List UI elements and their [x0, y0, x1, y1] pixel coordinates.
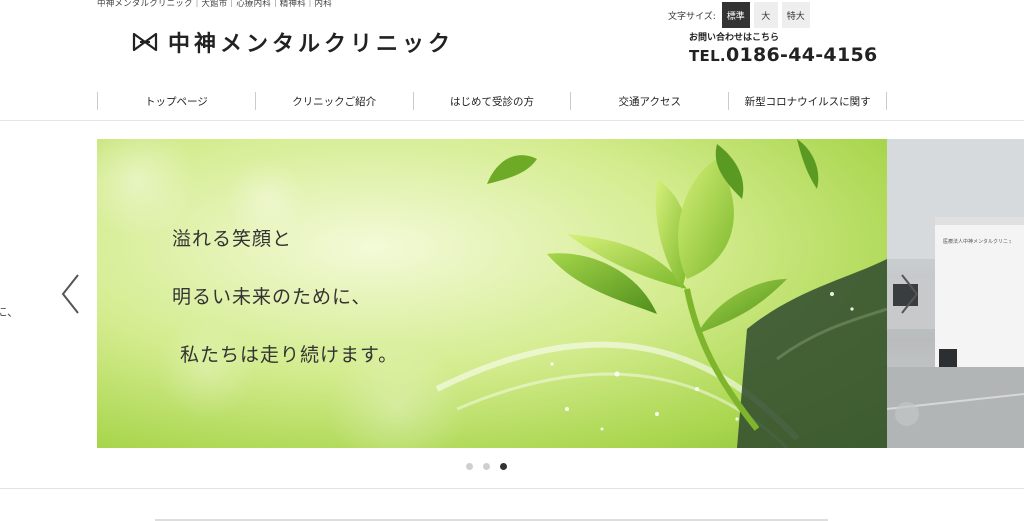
slide-line-1: 溢れる笑顔と [172, 228, 293, 250]
phone-number: 0186-44-4156 [725, 44, 878, 66]
font-size-label: 文字サイズ: [668, 11, 716, 22]
font-size-xlarge-button[interactable]: 特大 [781, 2, 810, 28]
font-size-switcher: 文字サイズ: 標準 大 特大 [668, 2, 810, 28]
current-slide: 溢れる笑顔と 明るい未来のために、 私たちは走り続けます。 [97, 139, 887, 448]
clinic-logo-text: 中神メンタルクリニック [168, 32, 455, 57]
chevron-left-icon [61, 274, 79, 314]
slide-copy: 溢れる笑顔と 明るい未来のために、 私たちは走り続けます。 [172, 226, 398, 400]
slider-next-button[interactable] [898, 272, 922, 316]
clinic-logo-icon [132, 32, 158, 52]
phone-link[interactable]: TEL.0186-44-4156 [689, 44, 878, 66]
contact-label: お問い合わせはこちら [689, 33, 780, 43]
nav-item-clinic-intro[interactable]: クリニックご紹介 [254, 92, 413, 110]
hero-slider: に、 溢れる笑顔と 明るい未来のために、 私たちは走り続けます。 医療法人中神メ… [0, 139, 1024, 448]
nav-item-covid[interactable]: 新型コロナウイルスに関す [728, 92, 887, 110]
previous-slide-peek: に、 [0, 139, 97, 448]
slider-dot-1[interactable] [466, 463, 473, 470]
phone-prefix: TEL. [689, 47, 726, 65]
nav-item-first-visit[interactable]: はじめて受診の方 [412, 92, 571, 110]
header-tagline: 中神メンタルクリニック｜大館市｜心療内科｜精神科｜内科 [97, 0, 332, 9]
global-nav: トップページ クリニックご紹介 はじめて受診の方 交通アクセス 新型コロナウイル… [97, 92, 887, 110]
chevron-right-icon [901, 274, 919, 314]
clinic-logo[interactable]: 中神メンタルクリニック [132, 29, 455, 57]
slider-pagination [466, 463, 507, 470]
slider-dot-3[interactable] [500, 463, 507, 470]
slide-line-2: 明るい未来のために、 [172, 286, 372, 308]
next-slide-building-sign: 医療法人中神メンタルクリニック [943, 239, 1011, 245]
slider-dot-2[interactable] [483, 463, 490, 470]
font-size-standard-button[interactable]: 標準 [721, 2, 750, 28]
nav-item-top[interactable]: トップページ [97, 92, 255, 110]
slider-prev-button[interactable] [58, 272, 82, 316]
slide-line-3: 私たちは走り続けます。 [180, 344, 399, 366]
font-size-large-button[interactable]: 大 [753, 2, 778, 28]
previous-slide-text: に、 [0, 305, 19, 319]
nav-divider [0, 120, 1024, 121]
nav-item-access[interactable]: 交通アクセス [570, 92, 728, 110]
section-divider [0, 488, 1024, 489]
